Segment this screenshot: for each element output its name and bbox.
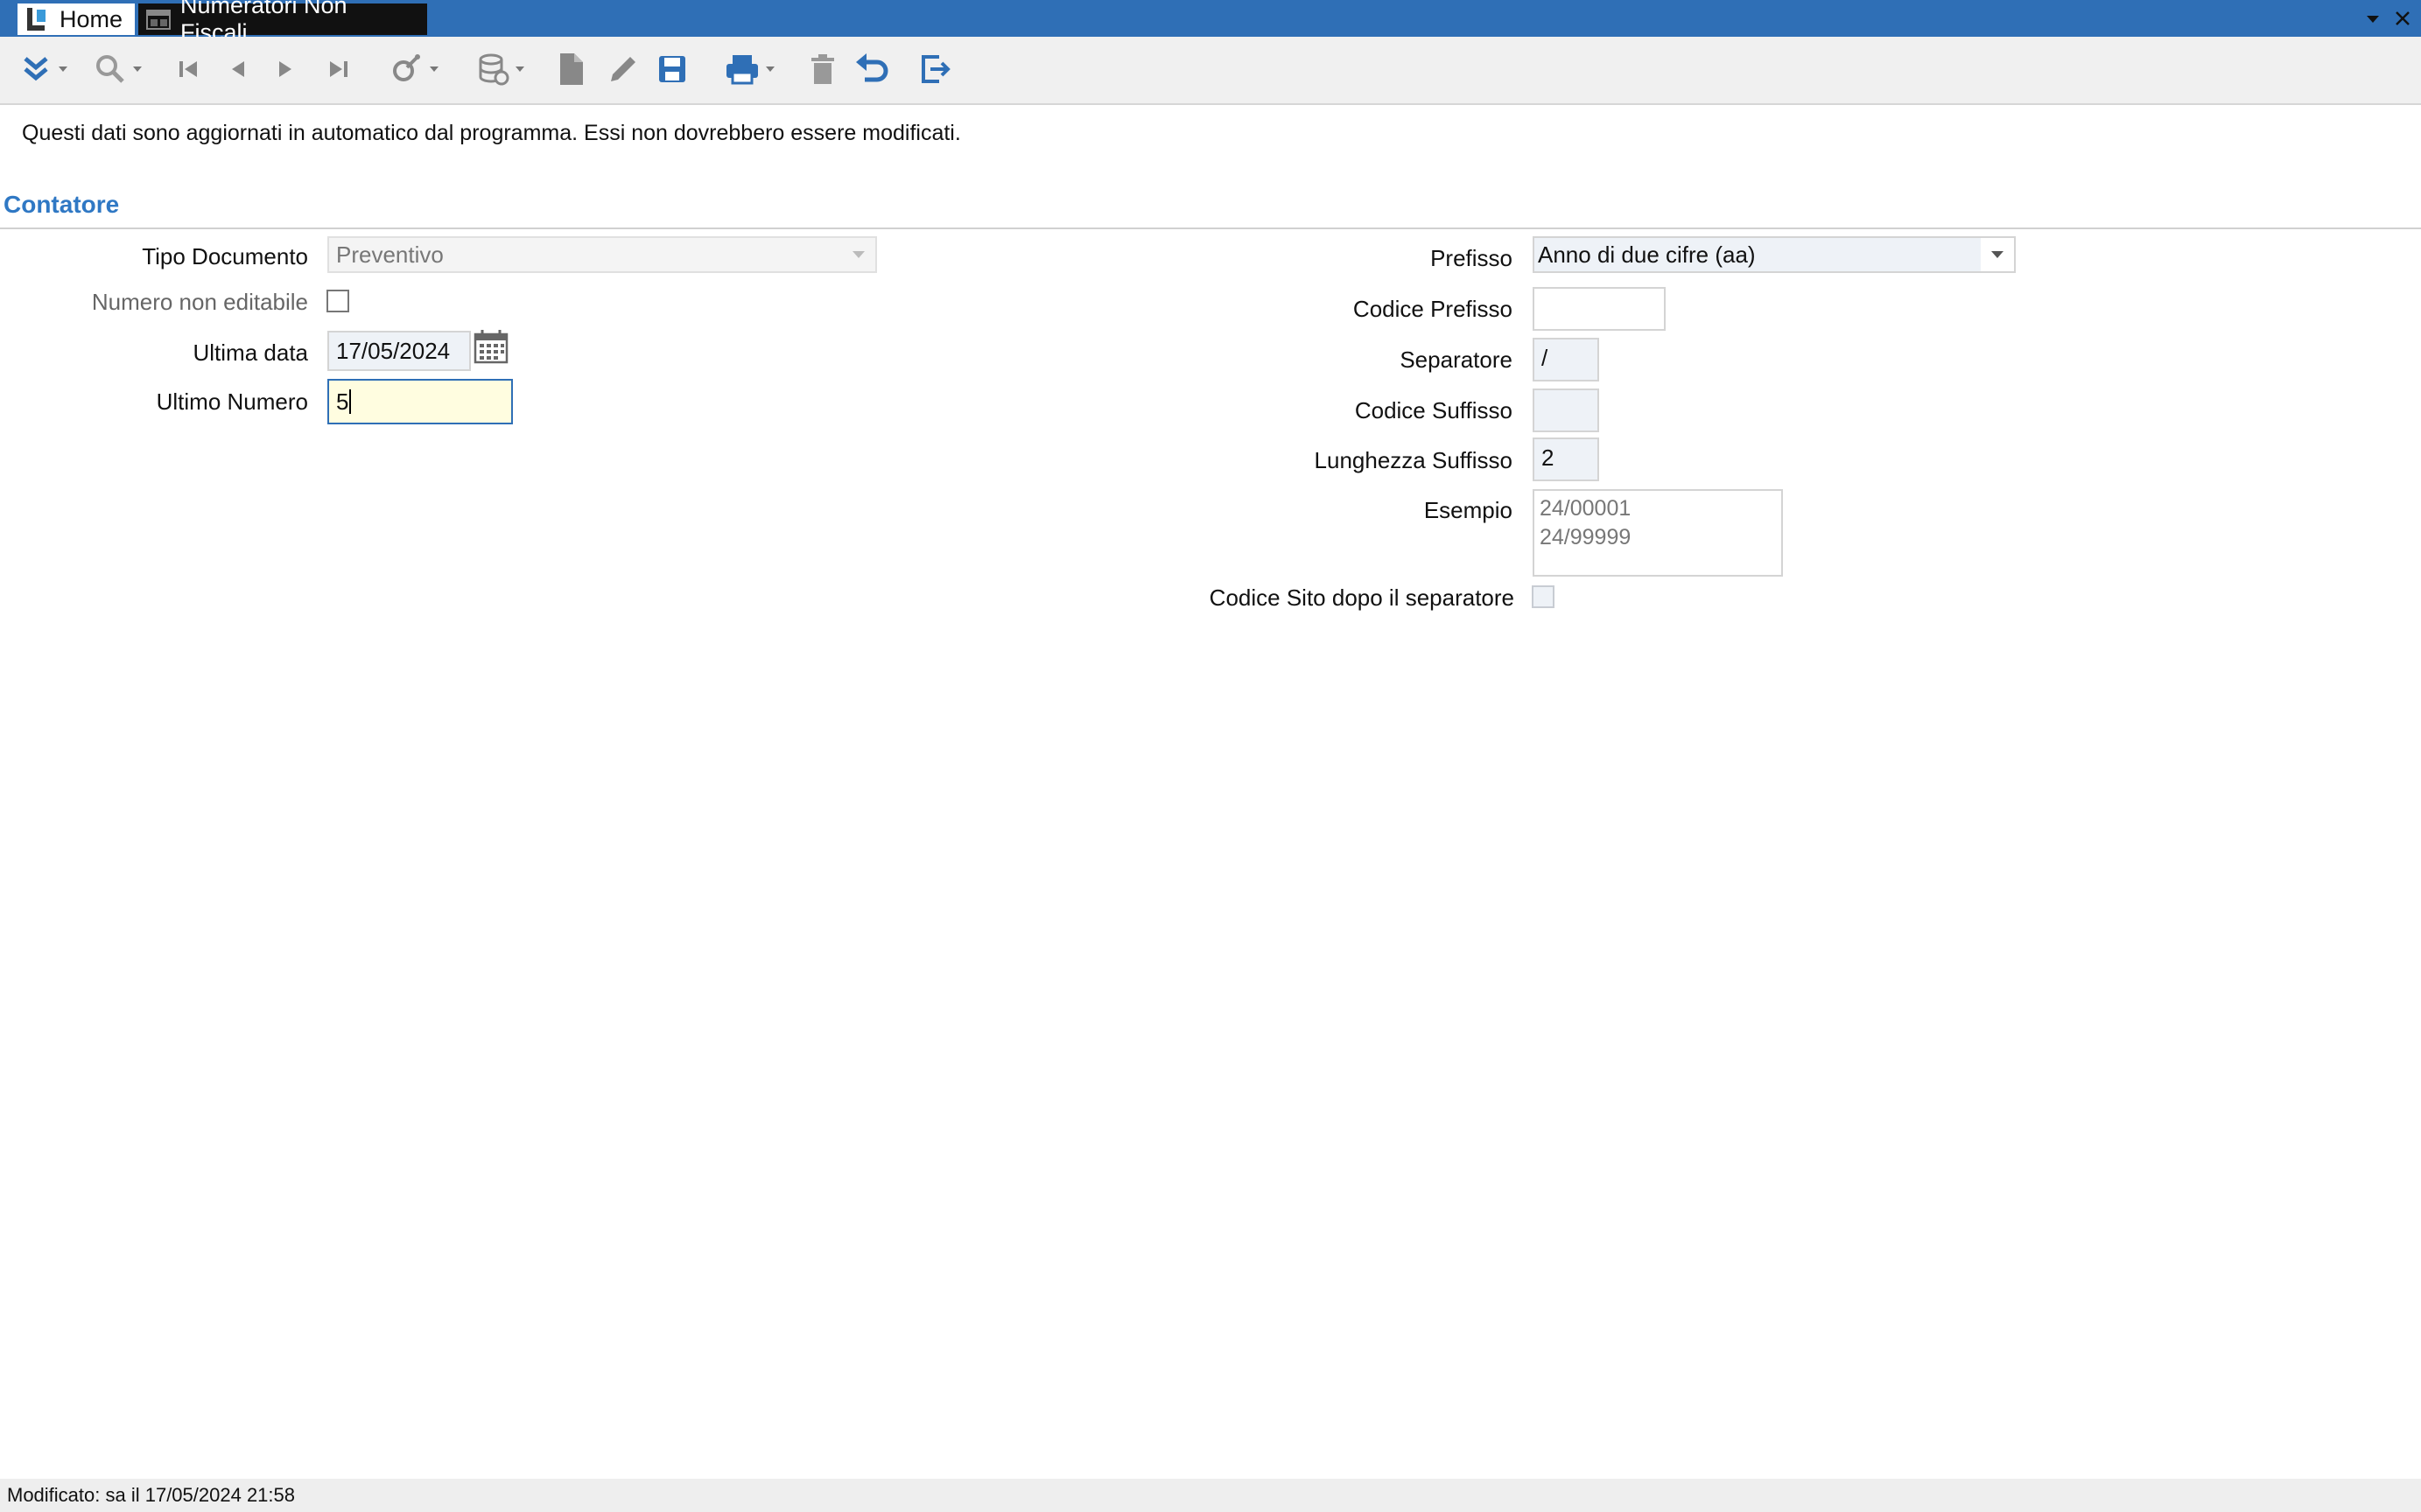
text-cursor [349, 389, 352, 414]
tipo-documento-value: Preventivo [336, 241, 444, 268]
expand-menu-button[interactable] [9, 44, 77, 94]
ultimo-numero-value: 5 [336, 388, 349, 415]
delete-button[interactable] [805, 44, 840, 94]
filter-wand-button[interactable] [382, 44, 446, 94]
last-record-icon [330, 61, 347, 77]
chevron-down-icon [766, 66, 775, 72]
ultima-data-field[interactable]: 17/05/2024 [327, 331, 471, 371]
app-logo-icon [25, 6, 51, 32]
tab-numeratori-non-fiscali[interactable]: Numeratori Non Fiscali [138, 0, 427, 46]
codice-suffisso-input[interactable] [1533, 388, 1599, 432]
expand-menu-icon [24, 57, 48, 81]
lunghezza-suffisso-input[interactable]: 2 [1533, 438, 1599, 481]
esempio-line-1: 24/00001 [1540, 496, 1632, 521]
title-bar: Home Numeratori Non Fiscali [0, 0, 2421, 46]
ultimo-numero-label: Ultimo Numero [156, 388, 308, 415]
ultima-data-value: 17/05/2024 [336, 337, 451, 364]
status-bar: Modificato: sa il 17/05/2024 21:58 [0, 1479, 2421, 1512]
new-document-icon [560, 53, 583, 85]
search-button[interactable] [84, 44, 151, 94]
save-disk-icon [659, 56, 685, 82]
separatore-value: / [1541, 345, 1548, 371]
database-sync-button[interactable] [467, 44, 532, 94]
tipo-documento-select[interactable]: Preventivo [327, 236, 877, 273]
calendar-icon[interactable] [471, 327, 511, 368]
edit-pencil-icon [611, 57, 635, 81]
toolbar [0, 37, 2421, 105]
save-button[interactable] [653, 44, 691, 94]
exit-button[interactable] [916, 44, 956, 94]
tab-home-label: Home [60, 5, 123, 32]
tipo-documento-label: Tipo Documento [142, 243, 308, 270]
codice-sito-label: Codice Sito dopo il separatore [1209, 584, 1514, 611]
lunghezza-suffisso-value: 2 [1541, 444, 1554, 471]
next-record-icon [279, 61, 291, 77]
database-sync-icon [479, 53, 509, 86]
window-icon [145, 6, 172, 32]
search-icon [96, 55, 124, 83]
chevron-down-icon [516, 66, 524, 72]
status-text: Modificato: sa il 17/05/2024 21:58 [7, 1484, 296, 1506]
previous-record-icon [232, 61, 244, 77]
print-button[interactable] [714, 44, 784, 94]
exit-icon [922, 55, 951, 83]
codice-prefisso-label: Codice Prefisso [1352, 296, 1512, 322]
lunghezza-suffisso-label: Lunghezza Suffisso [1314, 447, 1512, 473]
numero-non-editabile-checkbox[interactable] [326, 290, 349, 312]
close-icon[interactable] [2389, 5, 2416, 32]
chevron-down-icon[interactable] [1981, 238, 2014, 271]
prefisso-value: Anno di due cifre (aa) [1538, 241, 1756, 268]
last-record-button[interactable] [320, 44, 355, 94]
tab-home[interactable]: Home [18, 4, 135, 35]
ultima-data-label: Ultima data [193, 340, 309, 366]
delete-trash-icon [811, 54, 834, 84]
esempio-label: Esempio [1423, 497, 1512, 523]
new-document-button[interactable] [553, 44, 588, 94]
ultimo-numero-input[interactable]: 5 [327, 379, 513, 424]
previous-record-button[interactable] [221, 44, 256, 94]
esempio-preview: 24/00001 24/99999 [1533, 489, 1783, 577]
next-record-button[interactable] [268, 44, 303, 94]
chevron-down-icon [133, 66, 142, 72]
window-menu-chevron-icon[interactable] [2360, 5, 2386, 32]
undo-icon [856, 53, 888, 82]
codice-suffisso-label: Codice Suffisso [1354, 397, 1512, 424]
separatore-input[interactable]: / [1533, 338, 1599, 382]
chevron-down-icon [430, 66, 439, 72]
numero-non-editabile-label: Numero non editabile [91, 289, 308, 315]
separatore-label: Separatore [1400, 346, 1512, 373]
codice-sito-checkbox[interactable] [1532, 585, 1554, 608]
edit-button[interactable] [604, 44, 642, 94]
undo-button[interactable] [853, 44, 893, 94]
section-title: Contatore [4, 191, 120, 218]
prefisso-label: Prefisso [1430, 245, 1512, 271]
section-divider [0, 228, 2421, 229]
info-notice: Questi dati sono aggiornati in automatic… [22, 121, 961, 145]
first-record-button[interactable] [172, 44, 207, 94]
chevron-down-icon [842, 238, 875, 271]
filter-wand-icon [393, 54, 420, 81]
esempio-line-2: 24/99999 [1540, 525, 1632, 550]
print-icon [726, 55, 758, 85]
chevron-down-icon [59, 66, 67, 72]
codice-prefisso-input[interactable] [1533, 287, 1666, 331]
first-record-icon [179, 61, 197, 77]
prefisso-select[interactable]: Anno di due cifre (aa) [1533, 236, 2016, 273]
